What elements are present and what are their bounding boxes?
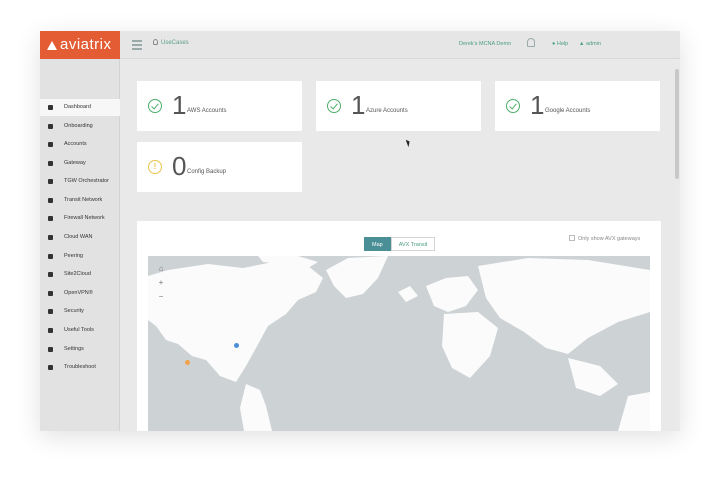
sidebar-item-label: Accounts (64, 141, 87, 147)
card-config-backup[interactable]: ! 0 Config Backup (137, 142, 302, 192)
sidebar-item-dashboard[interactable]: Dashboard (40, 99, 120, 116)
tab-map[interactable]: Map (364, 237, 391, 251)
tab-avx-transit[interactable]: AVX Transit (390, 237, 436, 251)
sidebar-item-useful-tools[interactable]: Useful Tools (40, 322, 120, 339)
sidebar-item-label: Site2Cloud (64, 271, 91, 277)
user-label: admin (585, 41, 601, 47)
zoom-in-button[interactable]: + (154, 276, 168, 290)
sidebar-item-cloud-wan[interactable]: Cloud WAN (40, 229, 120, 246)
usecases-label: UseCases (161, 40, 189, 46)
card-label: Azure Accounts (366, 108, 408, 114)
aviatrix-logo-mark (47, 41, 57, 50)
tgw-icon (48, 179, 53, 184)
card-count: 0 (172, 151, 187, 181)
help-link[interactable]: ● Help (552, 41, 568, 47)
card-azure-accounts[interactable]: 1 Azure Accounts (316, 81, 481, 131)
sidebar-item-label: Cloud WAN (64, 234, 93, 240)
card-label: Google Accounts (545, 108, 591, 114)
warning-circle-icon: ! (148, 160, 162, 174)
site2cloud-icon (48, 272, 53, 277)
card-label: Config Backup (187, 169, 227, 175)
sidebar-item-accounts[interactable]: Accounts (40, 136, 120, 153)
world-map[interactable]: ⌂ + − (148, 256, 650, 431)
map-zoom-controls: ⌂ + − (154, 262, 168, 304)
card-count: 1 (351, 90, 366, 120)
sidebar-item-tgw-orchestrator[interactable]: TGW Orchestrator (40, 173, 120, 190)
sidebar-item-label: Dashboard (64, 104, 91, 110)
sidebar-item-label: Settings (64, 346, 84, 352)
sidebar-item-label: Transit Network (64, 197, 103, 203)
check-circle-icon (506, 99, 520, 113)
gateway-icon (48, 161, 53, 166)
sidebar-item-label: Gateway (64, 160, 86, 166)
top-bar: aviatrix UseCases Derek's MCNA Demo ● He… (40, 31, 680, 59)
sidebar-item-security[interactable]: Security (40, 303, 120, 320)
tools-icon (48, 328, 53, 333)
sidebar-item-label: Security (64, 308, 84, 314)
sidebar-item-label: Troubleshoot (64, 364, 96, 370)
sidebar-item-label: Firewall Network (64, 215, 105, 221)
sidebar-item-gateway[interactable]: Gateway (40, 155, 120, 172)
key-icon (48, 309, 53, 314)
sidebar-item-settings[interactable]: Settings (40, 341, 120, 358)
world-map-graphic (148, 256, 650, 431)
check-circle-icon (148, 99, 162, 113)
sidebar: Dashboard Onboarding Accounts Gateway TG… (40, 59, 120, 431)
map-panel: Map AVX Transit Only show AVX gateways ⌂ … (137, 221, 661, 431)
cloud-icon (48, 235, 53, 240)
openvpn-icon (48, 291, 53, 296)
app-window: aviatrix UseCases Derek's MCNA Demo ● He… (40, 31, 680, 431)
aviatrix-logo[interactable]: aviatrix (40, 31, 120, 59)
zoom-out-button[interactable]: − (154, 290, 168, 304)
sidebar-item-label: Peering (64, 253, 83, 259)
card-count: 1 (172, 90, 187, 120)
sidebar-item-troubleshoot[interactable]: Troubleshoot (40, 359, 120, 376)
card-count: 1 (530, 90, 545, 120)
home-icon[interactable]: ⌂ (154, 262, 168, 276)
wrench-icon (48, 365, 53, 370)
plus-icon (48, 124, 53, 129)
user-menu[interactable]: ▲ admin (579, 41, 601, 47)
brand-name: aviatrix (60, 36, 112, 53)
sidebar-item-transit-network[interactable]: Transit Network (40, 192, 120, 209)
sidebar-item-onboarding[interactable]: Onboarding (40, 118, 120, 135)
help-label: Help (556, 41, 569, 47)
check-circle-icon (327, 99, 341, 113)
only-show-avx-toggle[interactable]: Only show AVX gateways (569, 235, 640, 242)
accounts-icon (48, 142, 53, 147)
lightbulb-icon (153, 39, 158, 45)
sidebar-item-peering[interactable]: Peering (40, 248, 120, 265)
checkbox[interactable] (569, 235, 575, 241)
map-view-tabs: Map AVX Transit (364, 233, 436, 251)
menu-toggle-icon[interactable] (132, 40, 142, 52)
usecases-link[interactable]: UseCases (153, 39, 189, 46)
transit-icon (48, 198, 53, 203)
home-icon (48, 105, 53, 110)
scrollbar-thumb[interactable] (675, 69, 679, 179)
sidebar-item-label: Useful Tools (64, 327, 94, 333)
sidebar-item-label: Onboarding (64, 123, 93, 129)
account-name[interactable]: Derek's MCNA Demo (459, 41, 511, 47)
gear-icon (48, 347, 53, 352)
sidebar-item-site2cloud[interactable]: Site2Cloud (40, 266, 120, 283)
peering-icon (48, 254, 53, 259)
gateway-marker[interactable] (234, 343, 239, 348)
gateway-marker[interactable] (185, 360, 190, 365)
sidebar-item-label: OpenVPN® (64, 290, 93, 296)
card-aws-accounts[interactable]: 1 AWS Accounts (137, 81, 302, 131)
sidebar-item-label: TGW Orchestrator (64, 178, 109, 184)
bell-icon[interactable] (527, 38, 535, 47)
sidebar-item-firewall-network[interactable]: Firewall Network (40, 210, 120, 227)
main-scrollbar[interactable] (674, 59, 680, 431)
card-label: AWS Accounts (187, 108, 227, 114)
only-show-label: Only show AVX gateways (578, 236, 641, 242)
firewall-icon (48, 216, 53, 221)
sidebar-item-openvpn[interactable]: OpenVPN® (40, 285, 120, 302)
card-google-accounts[interactable]: 1 Google Accounts (495, 81, 660, 131)
